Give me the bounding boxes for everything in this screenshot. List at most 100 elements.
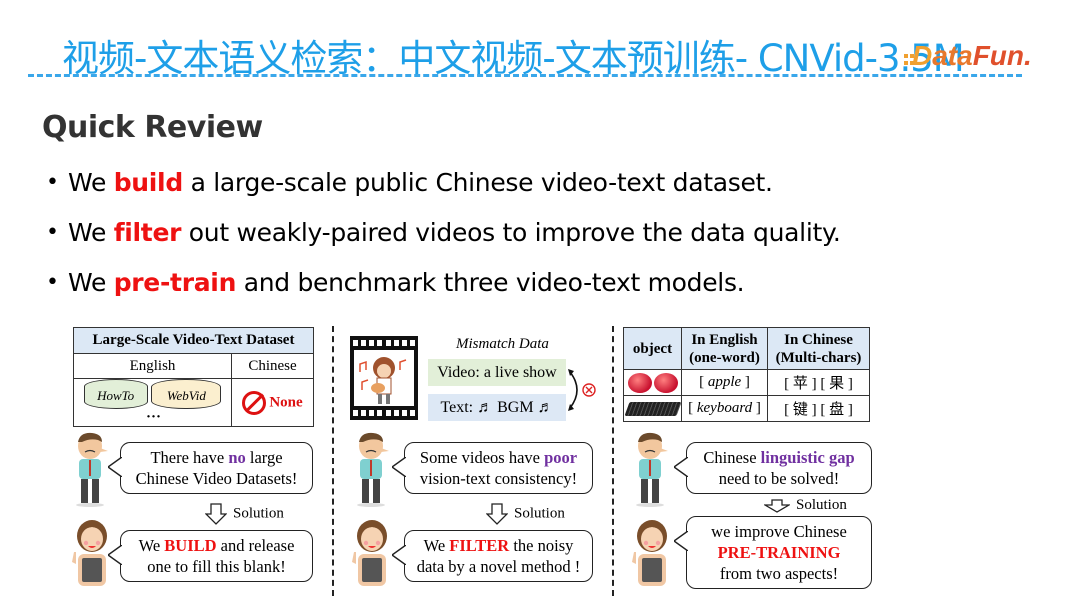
bubble-text: Chinese Video Datasets! — [135, 469, 298, 488]
english-word-cell: [ keyboard ] — [681, 395, 768, 422]
bubble-tail — [392, 545, 406, 565]
chinese-column-header: Chinese — [231, 353, 314, 379]
solution-indicator: Solution — [486, 503, 565, 525]
prohibited-icon — [242, 390, 267, 415]
down-arrow-icon — [205, 503, 227, 525]
english-word-cell: [ apple ] — [681, 369, 768, 396]
woman-with-tablet-icon — [632, 520, 667, 586]
none-label: None — [269, 394, 303, 411]
chinese-chars-cell: [ 苹 ] [ 果 ] — [767, 369, 870, 396]
bullet-text: We — [68, 268, 114, 297]
howto-dataset-icon: HowTo — [83, 379, 148, 409]
dataset-table: Large-Scale Video-Text Dataset English C… — [73, 327, 314, 428]
english-column-header: English — [73, 353, 232, 379]
header-line: In English — [691, 331, 758, 348]
solution-label: Solution — [796, 497, 847, 513]
bubble-highlight: PRE-TRAINING — [717, 543, 841, 562]
down-arrow-icon — [486, 503, 508, 525]
english-word: keyboard — [696, 400, 753, 416]
bubble-tail — [674, 531, 688, 551]
bubble-text: Chinese — [703, 448, 761, 467]
bubble-highlight: poor — [544, 448, 578, 467]
ellipsis: ··· — [145, 409, 161, 426]
panel-separator — [332, 326, 334, 596]
title-divider — [28, 74, 1022, 77]
bubble-text: need to be solved! — [718, 469, 840, 488]
english-word: apple — [707, 374, 742, 390]
webvid-dataset-icon: WebVid — [151, 379, 222, 409]
bubble-text: data by a novel method ! — [416, 557, 581, 576]
worried-man-icon — [357, 432, 389, 507]
table-row: [ apple ] [ 苹 ] [ 果 ] — [623, 369, 870, 396]
object-word-table: object In English (one-word) In Chinese (M… — [623, 327, 870, 422]
bubble-text: large — [245, 448, 283, 467]
bullet-text: We — [68, 218, 114, 247]
mismatch-arrow-icon — [568, 369, 596, 411]
bubble-text: the noisy — [509, 536, 574, 555]
solution-bubble: we improve Chinese PRE-TRAINING from two… — [674, 516, 872, 589]
bubble-text: we improve Chinese — [711, 522, 847, 541]
bubble-tail — [674, 457, 688, 477]
keyboard-image — [623, 395, 682, 422]
bullet-text: a large-scale public Chinese video-text … — [182, 168, 773, 197]
bubble-tail — [108, 545, 122, 565]
woman-with-tablet-icon — [352, 520, 387, 586]
bullet-list: We build a large-scale public Chinese vi… — [46, 163, 841, 313]
bullet-item: We build a large-scale public Chinese vi… — [46, 163, 841, 213]
guitar-player-icon — [359, 357, 407, 404]
keyboard-icon — [623, 401, 682, 416]
film-frame — [354, 350, 414, 406]
problem-bubble: Chinese linguistic gap need to be solved… — [674, 442, 872, 494]
bubble-text: one to fill this blank! — [147, 557, 286, 576]
english-column-header: In English (one-word) — [681, 327, 768, 370]
header-line: (one-word) — [689, 349, 760, 366]
bubble-text: We — [138, 536, 165, 555]
dataset-table-title: Large-Scale Video-Text Dataset — [73, 327, 314, 354]
bullet-highlight: build — [113, 168, 184, 197]
apple-image — [623, 369, 682, 396]
bubble-text: There have — [150, 448, 229, 467]
english-datasets-cell: HowTo WebVid ··· — [73, 377, 232, 428]
bubble-text: vision-text consistency! — [419, 469, 578, 488]
datafun-logo: DataFun. — [912, 40, 1032, 72]
video-filmstrip-icon — [350, 336, 418, 420]
bubble-highlight: FILTER — [449, 536, 510, 555]
video-caption-box: Video: a live show — [428, 359, 566, 386]
solution-bubble: We BUILD and release one to fill this bl… — [108, 530, 313, 582]
chinese-datasets-cell: None — [231, 377, 314, 428]
section-heading: Quick Review — [42, 110, 263, 145]
logo-part-d: D — [912, 40, 933, 71]
bubble-text: from two aspects! — [719, 564, 839, 583]
bubble-text: and release — [216, 536, 295, 555]
object-column-header: object — [623, 327, 682, 370]
problem-bubble: Some videos have poor vision-text consis… — [392, 442, 593, 494]
apple-icon — [627, 372, 652, 393]
solution-label: Solution — [233, 505, 284, 522]
film-holes — [353, 410, 415, 418]
bubble-tail — [108, 457, 122, 477]
mismatch-data-label: Mismatch Data — [456, 336, 549, 352]
header-line: In Chinese — [784, 331, 853, 348]
bullet-item: We filter out weakly-paired videos to im… — [46, 213, 841, 263]
bullet-text: and benchmark three video-text models. — [236, 268, 745, 297]
logo-part-ata: ata — [932, 40, 973, 71]
solution-label: Solution — [514, 505, 565, 522]
header-line: (Multi-chars) — [775, 349, 862, 366]
bullet-text: out weakly-paired videos to improve the … — [181, 218, 841, 247]
chinese-column-header: In Chinese (Multi-chars) — [767, 327, 870, 370]
bubble-text: We — [423, 536, 450, 555]
solution-indicator: Solution — [764, 497, 847, 514]
film-holes — [353, 340, 415, 348]
bubble-highlight: linguistic gap — [760, 448, 855, 467]
bubble-tail — [392, 457, 406, 477]
worried-man-icon — [636, 432, 668, 507]
logo-part-fun: Fun. — [972, 40, 1032, 71]
bubble-highlight: BUILD — [164, 536, 217, 555]
bullet-item: We pre-train and benchmark three video-t… — [46, 263, 841, 313]
bullet-text: We — [68, 168, 114, 197]
solution-indicator: Solution — [205, 503, 284, 525]
bubble-highlight: no — [228, 448, 246, 467]
text-caption-box: Text: ♬ BGM ♬ — [428, 394, 566, 421]
worried-man-icon — [76, 432, 108, 507]
solution-bubble: We FILTER the noisy data by a novel meth… — [392, 530, 593, 582]
